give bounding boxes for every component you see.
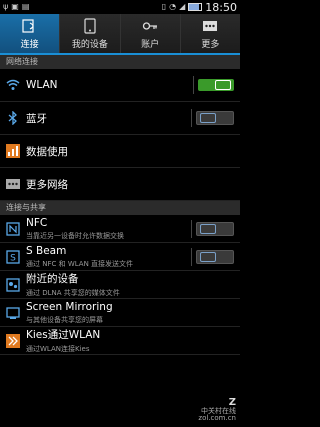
usb-icon: ψ <box>3 2 9 11</box>
watermark-brand: Z <box>228 396 236 408</box>
section-header-sharing: 连接与共享 <box>0 201 240 215</box>
divider <box>191 219 192 238</box>
device-icon <box>81 17 99 34</box>
wifi-status-icon: ◔ <box>169 2 177 11</box>
vibrate-icon: ▯ <box>161 2 167 11</box>
screen-mirroring-icon <box>6 306 20 320</box>
setting-title: NFC <box>26 216 48 229</box>
divider <box>191 109 192 127</box>
settings-tabs: 连接 我的设备 账户 更多 <box>0 14 240 55</box>
tab-connections[interactable]: 连接 <box>0 14 61 53</box>
bluetooth-icon <box>6 111 20 125</box>
setting-title: Screen Mirroring <box>26 300 113 313</box>
notification-icon: ▣ <box>11 2 19 11</box>
toggle-knob <box>200 251 216 262</box>
battery-icon <box>188 3 203 11</box>
setting-title: 数据使用 <box>26 145 68 158</box>
setting-title: 附近的设备 <box>26 273 79 285</box>
setting-subtitle: 通过 DLNA 共享您的媒体文件 <box>26 289 120 297</box>
key-icon <box>141 18 159 34</box>
nearby-devices-icon <box>6 277 20 292</box>
setting-title: WLAN <box>26 79 58 91</box>
toggle-knob <box>200 223 216 234</box>
section-header-network: 网络连接 <box>0 55 240 69</box>
divider <box>191 247 192 266</box>
divider <box>193 76 194 94</box>
tab-label: 连接 <box>20 39 39 50</box>
s-beam-toggle[interactable] <box>196 249 234 264</box>
clock: 18:50 <box>205 0 237 14</box>
nfc-toggle[interactable] <box>196 221 234 236</box>
setting-subtitle: 通过WLAN连接Kies <box>26 345 90 353</box>
setting-title: Kies通过WLAN <box>26 329 101 341</box>
toggle-knob <box>200 113 216 123</box>
setting-subtitle: 与其他设备共享您的屏幕 <box>26 315 103 324</box>
setting-subtitle: 当靠近另一设备时允许数据交换 <box>26 231 124 240</box>
more-networks-icon <box>6 177 20 191</box>
setting-data-usage[interactable]: 数据使用 <box>0 135 240 168</box>
kies-icon <box>6 333 20 348</box>
setting-title: 蓝牙 <box>26 112 47 125</box>
tab-accounts[interactable]: 账户 <box>121 14 181 53</box>
setting-bluetooth[interactable]: 蓝牙 <box>0 102 240 135</box>
wifi-icon <box>6 78 20 92</box>
setting-title: 更多网络 <box>26 178 68 191</box>
connections-icon <box>21 18 39 34</box>
setting-title: S Beam <box>26 244 67 257</box>
watermark-logo: Z 中关村在线 zol.com.cn <box>198 397 236 423</box>
setting-s-beam[interactable]: S S Beam 通过 NFC 和 WLAN 直接发送文件 <box>0 243 240 271</box>
signal-icon: ◢ <box>179 2 186 11</box>
tab-my-device[interactable]: 我的设备 <box>60 14 121 53</box>
s-beam-icon: S <box>6 249 20 264</box>
bluetooth-toggle[interactable] <box>196 111 234 125</box>
image-icon: ▤ <box>21 2 30 11</box>
wlan-toggle[interactable] <box>198 79 234 91</box>
more-icon <box>201 18 219 34</box>
status-bar: ψ ▣ ▤ ▯ ◔ ◢ 18:50 <box>0 0 240 14</box>
data-usage-icon <box>6 144 20 158</box>
tab-label: 账户 <box>141 39 160 50</box>
tab-label: 更多 <box>201 39 220 50</box>
setting-screen-mirroring[interactable]: Screen Mirroring 与其他设备共享您的屏幕 <box>0 299 240 327</box>
toggle-knob <box>215 80 231 90</box>
nfc-icon <box>6 221 20 236</box>
setting-nearby-devices[interactable]: 附近的设备 通过 DLNA 共享您的媒体文件 <box>0 271 240 299</box>
tab-more[interactable]: 更多 <box>181 14 240 53</box>
setting-more-networks[interactable]: 更多网络 <box>0 168 240 201</box>
setting-kies-wlan[interactable]: Kies通过WLAN 通过WLAN连接Kies <box>0 327 240 355</box>
svg-text:S: S <box>10 253 16 263</box>
watermark-line2: zol.com.cn <box>198 414 236 423</box>
tab-label: 我的设备 <box>71 39 108 50</box>
setting-wlan[interactable]: WLAN <box>0 69 240 102</box>
setting-nfc[interactable]: NFC 当靠近另一设备时允许数据交换 <box>0 215 240 243</box>
setting-subtitle: 通过 NFC 和 WLAN 直接发送文件 <box>26 259 134 268</box>
